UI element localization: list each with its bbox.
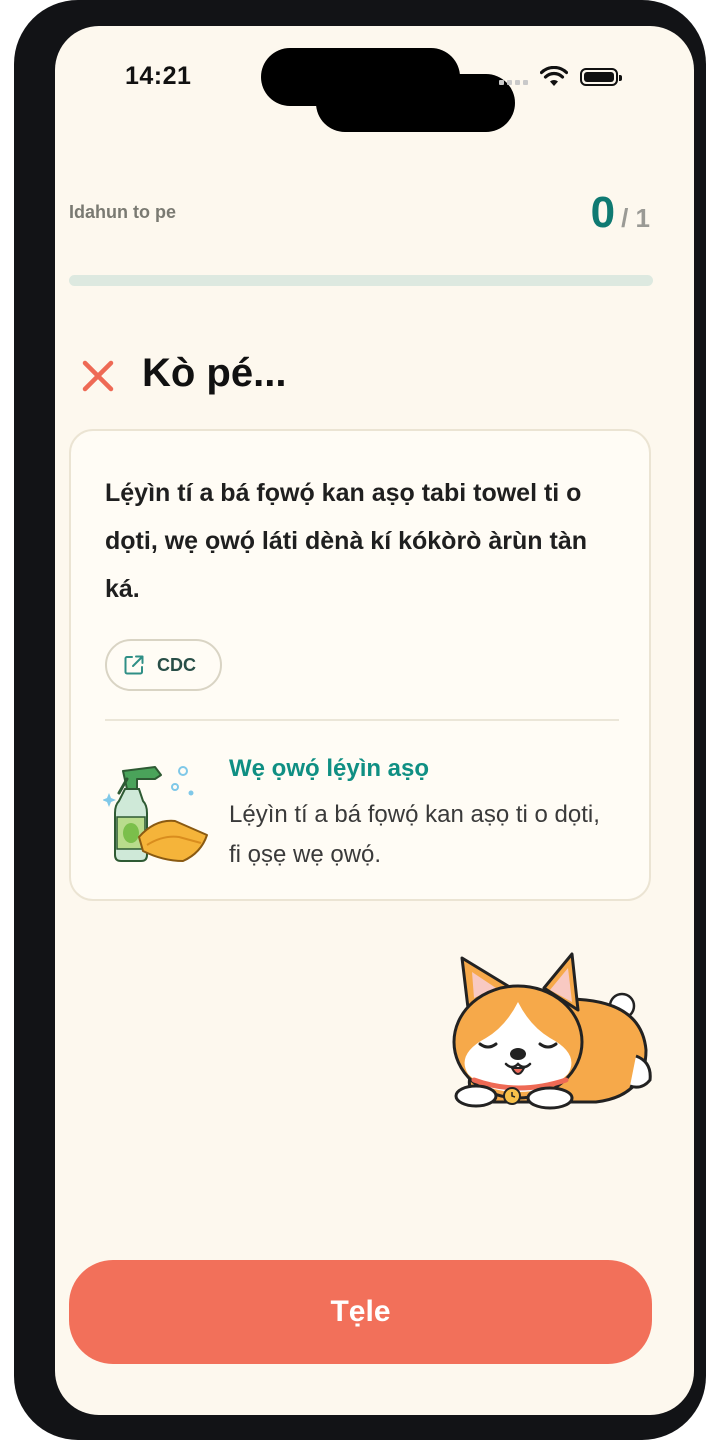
progress-current: 0: [590, 188, 616, 237]
progress-total: / 1: [621, 203, 650, 233]
wifi-icon: [540, 66, 568, 86]
progress-bar: [69, 275, 653, 286]
external-link-icon: [124, 655, 144, 675]
sleeping-corgi-icon: [452, 952, 652, 1110]
source-link-button[interactable]: CDC: [105, 639, 222, 691]
cellular-signal-icon: [499, 80, 528, 85]
cleaning-spray-and-sponge-icon: [103, 766, 208, 862]
dynamic-island: [261, 48, 460, 106]
fact-card: Lẹ́yìn tí a bá fọwọ́ kan aṣọ tabi towel …: [69, 429, 651, 901]
close-icon: [82, 360, 114, 392]
progress-label: Idahun to pe: [69, 202, 176, 222]
battery-icon: [580, 68, 622, 86]
card-divider: [105, 719, 619, 721]
tip-title: Wẹ ọwọ́ lẹ́yìn aṣọ: [229, 755, 430, 782]
continue-button[interactable]: Tẹle: [69, 1260, 652, 1364]
progress-counter: 0 / 1: [591, 188, 650, 238]
status-time: 14:21: [125, 62, 192, 90]
tip-body: Lẹ́yìn tí a bá fọwọ́ kan aṣọ ti o dọti, …: [229, 801, 600, 868]
result-title: Kò pé...: [142, 351, 287, 395]
fact-text: Lẹ́yìn tí a bá fọwọ́ kan aṣọ tabi towel …: [105, 479, 588, 603]
source-label: CDC: [157, 654, 196, 675]
